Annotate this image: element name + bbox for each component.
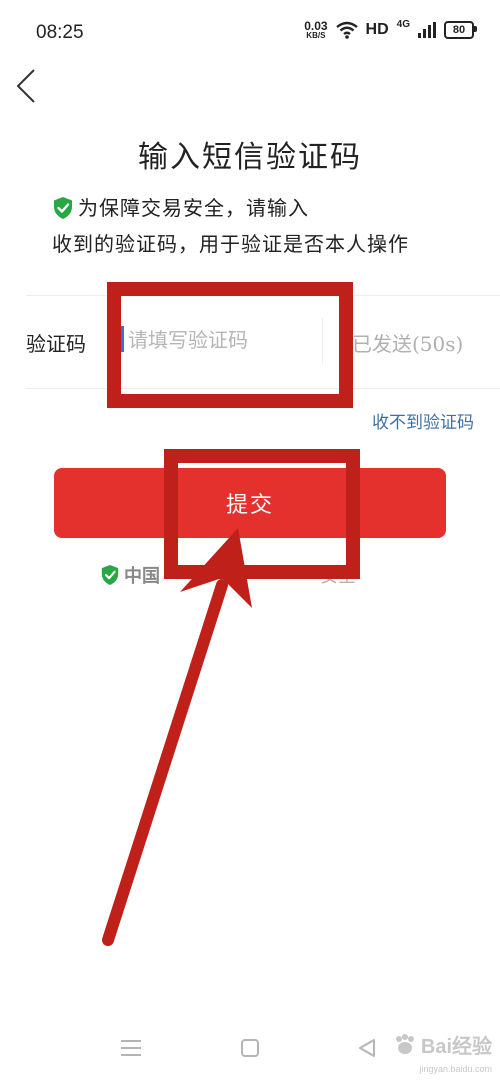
code-label: 验证码	[26, 332, 86, 356]
net-speed: 0.03 KB/S	[304, 20, 327, 40]
watermark-sub: jingyan.baidu.com	[419, 1064, 492, 1074]
battery-icon: 80	[444, 21, 477, 39]
page-title: 输入短信验证码	[138, 140, 362, 175]
submit-button[interactable]: 提交	[54, 468, 446, 538]
text-cursor	[121, 326, 124, 352]
network-type: 4G	[396, 18, 410, 30]
verification-code-row: 验证码 已发送(50s)	[0, 296, 500, 388]
security-notice: 为保障交易安全，请输入 收到的验证码，用于验证是否本人操作	[52, 190, 472, 262]
divider	[26, 388, 500, 389]
status-time: 08:25	[36, 22, 84, 43]
net-speed-unit: KB/S	[306, 31, 326, 40]
paw-logo-icon	[395, 1033, 414, 1054]
submit-button-label: 提交	[225, 493, 274, 518]
battery-level: 80	[452, 24, 466, 36]
verification-code-input[interactable]	[128, 322, 308, 358]
shield-check-icon	[101, 565, 119, 585]
notice-line-2: 收到的验证码，用于验证是否本人操作	[52, 232, 409, 256]
status-bar: 08:25 0.03 KB/S HD 4G 80	[0, 0, 500, 68]
chevron-left-icon[interactable]	[12, 68, 40, 104]
notice-line-1: 为保障交易安全，请输入	[78, 196, 309, 220]
wifi-icon	[335, 21, 358, 39]
watermark-text: Bai经验	[420, 1036, 492, 1058]
security-brand: 中国	[124, 566, 160, 587]
security-note: 中国 安全	[100, 562, 356, 588]
status-icons: 0.03 KB/S HD 4G 80	[304, 18, 477, 40]
vertical-divider	[322, 318, 323, 364]
signal-bars-icon	[418, 22, 436, 38]
no-code-link[interactable]: 收不到验证码	[372, 408, 474, 433]
menu-lines-icon[interactable]	[120, 1038, 142, 1058]
shield-check-icon	[54, 197, 72, 219]
square-home-icon[interactable]	[240, 1038, 260, 1058]
resend-countdown-button[interactable]: 已发送(50s)	[352, 328, 463, 357]
security-text: 安全	[320, 566, 356, 587]
annotation-arrow-shaft	[102, 579, 228, 946]
hd-indicator: HD	[365, 21, 389, 38]
baidu-watermark: Bai经验 jingyan.baidu.com	[393, 1030, 492, 1074]
triangle-back-icon[interactable]	[358, 1038, 376, 1058]
